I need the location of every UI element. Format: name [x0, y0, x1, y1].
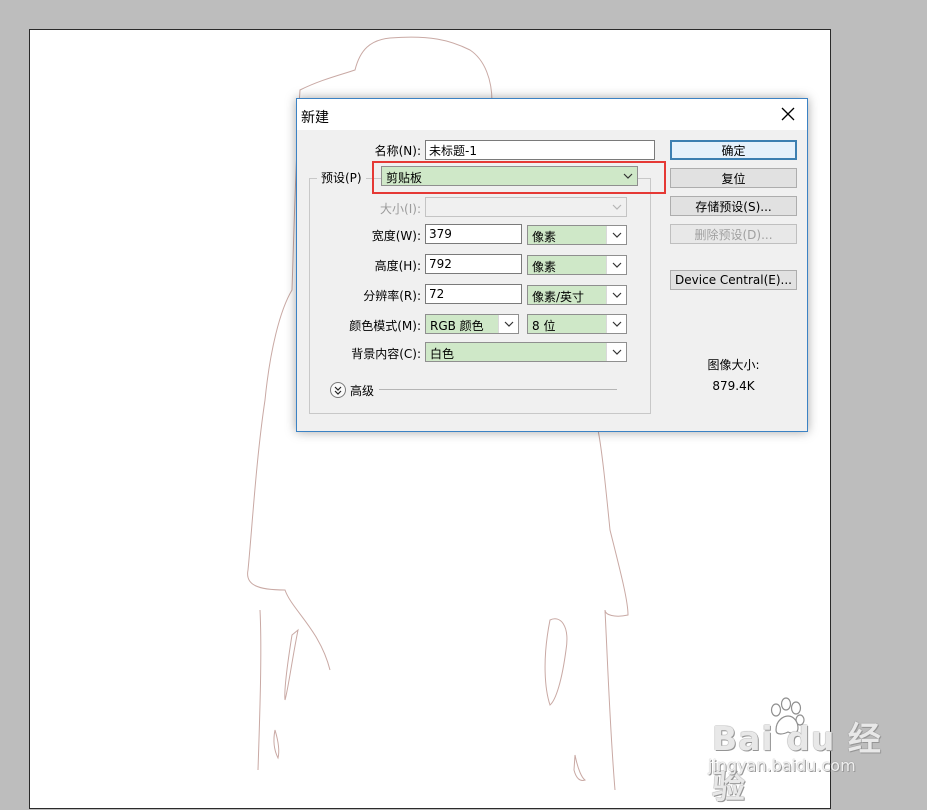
- resolution-input[interactable]: [425, 284, 522, 304]
- resolution-unit-value: 像素/英寸: [532, 290, 585, 304]
- chevron-down-icon: [606, 256, 626, 274]
- image-size-value: 879.4K: [712, 379, 755, 393]
- dialog-titlebar[interactable]: 新建: [297, 99, 807, 130]
- height-unit-value: 像素: [532, 260, 557, 274]
- device-central-button[interactable]: Device Central(E)...: [670, 270, 797, 290]
- dialog-title: 新建: [301, 110, 329, 126]
- height-unit-select[interactable]: 像素: [527, 255, 627, 275]
- color-mode-value: RGB 颜色: [430, 319, 484, 333]
- ok-button[interactable]: 确定: [670, 140, 797, 160]
- name-label: 名称(N):: [374, 144, 421, 158]
- chevron-down-icon: [606, 315, 626, 333]
- background-label: 背景内容(C):: [351, 347, 421, 361]
- dialog-body: 名称(N): 预设(P) 剪贴板 大小(I): 宽度(W): 像素: [297, 130, 807, 431]
- advanced-divider: [379, 389, 617, 390]
- chevron-down-icon: [606, 286, 626, 304]
- watermark-url: jingyan.baidu.com: [708, 756, 856, 775]
- background-select[interactable]: 白色: [425, 342, 627, 362]
- color-mode-select[interactable]: RGB 颜色: [425, 314, 519, 334]
- chevron-down-icon: [606, 226, 626, 244]
- double-chevron-down-icon: [334, 386, 342, 395]
- preset-value: 剪贴板: [386, 171, 423, 185]
- width-label: 宽度(W):: [371, 229, 421, 243]
- new-document-dialog: 新建 名称(N): 预设(P) 剪贴板 大小(I): 宽: [296, 98, 808, 432]
- height-input[interactable]: [425, 254, 522, 274]
- delete-preset-button: 删除预设(D)...: [670, 224, 797, 244]
- advanced-toggle-button[interactable]: [330, 382, 346, 398]
- background-value: 白色: [430, 347, 455, 361]
- color-mode-label: 颜色模式(M):: [349, 319, 421, 333]
- resolution-label: 分辨率(R):: [363, 289, 421, 303]
- close-button[interactable]: [773, 101, 803, 127]
- bit-depth-value: 8 位: [532, 319, 556, 333]
- width-unit-value: 像素: [532, 230, 557, 244]
- resolution-unit-select[interactable]: 像素/英寸: [527, 285, 627, 305]
- close-icon: [781, 107, 795, 121]
- baidu-watermark: Bai du 经验 jingyan.baidu.com: [700, 696, 890, 806]
- preset-select[interactable]: 剪贴板: [381, 166, 638, 186]
- preset-label: 预设(P): [317, 169, 366, 186]
- chevron-down-icon: [618, 167, 637, 185]
- reset-button[interactable]: 复位: [670, 168, 797, 188]
- size-label: 大小(I):: [380, 202, 421, 216]
- chevron-down-icon: [607, 198, 626, 216]
- width-unit-select[interactable]: 像素: [527, 225, 627, 245]
- image-size-label: 图像大小:: [707, 358, 760, 372]
- width-input[interactable]: [425, 224, 522, 244]
- size-select: [425, 197, 627, 217]
- bit-depth-select[interactable]: 8 位: [527, 314, 627, 334]
- chevron-down-icon: [606, 343, 626, 361]
- name-input[interactable]: [425, 140, 655, 160]
- chevron-down-icon: [498, 315, 518, 333]
- height-label: 高度(H):: [374, 259, 421, 273]
- save-preset-button[interactable]: 存储预设(S)...: [670, 196, 797, 216]
- advanced-label: 高级: [350, 384, 375, 398]
